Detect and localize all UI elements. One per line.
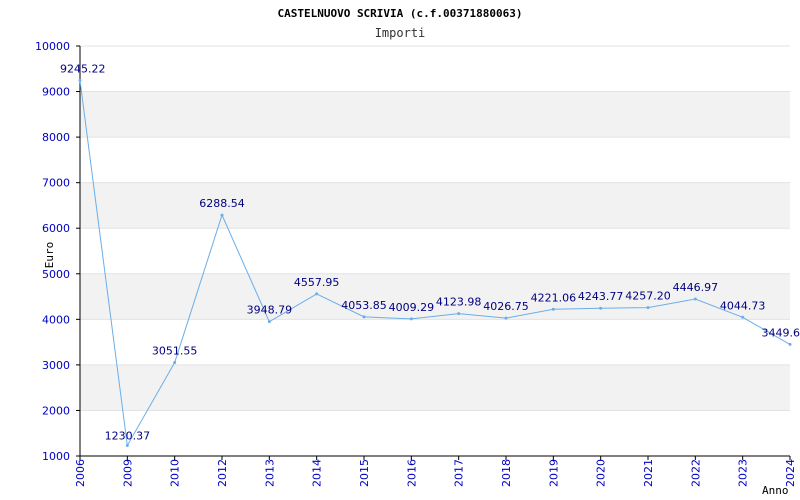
data-point [173,361,177,365]
data-label: 1230.37 [105,430,151,443]
data-label: 3449.6 [762,326,800,339]
data-label: 4044.73 [720,299,766,312]
data-point [125,444,129,448]
data-point [267,320,271,324]
y-axis-label: Euro [43,242,56,269]
data-label: 4243.77 [578,290,624,303]
x-tick-label: 2023 [737,459,750,487]
x-tick-label: 2021 [642,459,655,487]
x-axis-ticks: 2006 2009 2010 2012 2013 2014 2015 2016 2017 2018… [74,456,797,487]
data-label: 3051.55 [152,345,198,358]
x-tick-label: 2010 [169,459,182,487]
grid-band [80,91,790,138]
data-label: 6288.54 [199,197,245,210]
y-tick-label: 10000 [35,40,70,53]
data-label: 4446.97 [673,281,719,294]
x-tick-label: 2022 [689,459,702,487]
x-tick-label: 2020 [595,459,608,487]
data-point [409,317,413,321]
data-label: 4221.06 [531,291,577,304]
x-tick-label: 2017 [453,459,466,487]
y-tick-label: 1000 [42,450,70,463]
data-point [599,306,603,310]
data-point [220,213,224,217]
y-tick-label: 8000 [42,131,70,144]
grid-band [80,364,790,411]
data-label: 4257.20 [625,290,671,303]
chart-title: CASTELNUOVO SCRIVIA (c.f.00371880063) [277,7,522,20]
data-point [646,306,650,310]
data-point [457,312,461,316]
x-tick-label: 2014 [311,459,324,487]
y-tick-label: 6000 [42,222,70,235]
data-point [741,315,745,319]
x-tick-label: 2013 [263,459,276,487]
x-tick-label: 2024 [784,459,797,487]
x-tick-label: 2012 [216,459,229,487]
y-axis-ticks: 1000 2000 3000 4000 5000 6000 7000 8000 9000 1000… [35,40,80,463]
grid-bands [80,91,790,411]
data-point [551,307,555,311]
y-tick-label: 7000 [42,177,70,190]
y-tick-label: 9000 [42,86,70,99]
x-tick-label: 2018 [500,459,513,487]
grid-band [80,182,790,229]
chart-subtitle: Importi [375,26,426,40]
data-point [504,316,508,320]
data-label: 4557.95 [294,276,340,289]
data-point [362,315,366,319]
data-label: 4053.85 [341,299,387,312]
data-point [693,297,697,301]
x-tick-label: 2019 [547,459,560,487]
data-label: 4026.75 [483,300,529,313]
x-tick-label: 2009 [121,459,134,487]
y-tick-label: 3000 [42,359,70,372]
data-label: 4009.29 [389,301,435,314]
data-label: 9245.22 [60,62,106,75]
x-tick-label: 2015 [358,459,371,487]
y-tick-label: 2000 [42,404,70,417]
y-tick-label: 5000 [42,268,70,281]
x-tick-label: 2006 [74,459,87,487]
y-tick-label: 4000 [42,313,70,326]
data-label: 3948.79 [247,304,293,317]
data-point [78,78,82,82]
line-chart: CASTELNUOVO SCRIVIA (c.f.00371880063) Im… [35,7,800,497]
data-point [315,292,319,296]
data-label: 4123.98 [436,296,482,309]
data-point [788,342,792,346]
x-tick-label: 2016 [405,459,418,487]
